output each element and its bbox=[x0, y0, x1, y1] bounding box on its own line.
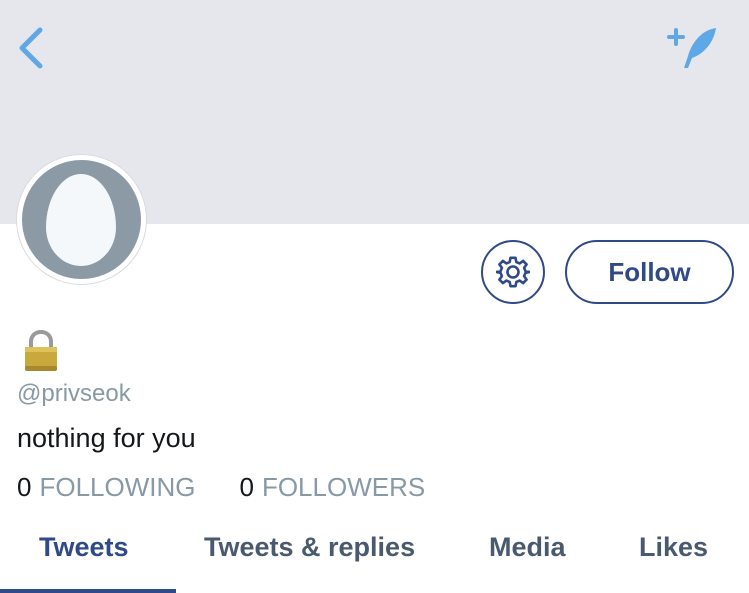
follow-button[interactable]: Follow bbox=[565, 240, 734, 304]
following-stat[interactable]: 0 FOLLOWING bbox=[17, 472, 195, 503]
tab-tweets[interactable]: Tweets bbox=[39, 532, 129, 563]
padlock-icon bbox=[22, 329, 60, 372]
profile-stats: 0 FOLLOWING 0 FOLLOWERS bbox=[17, 472, 425, 503]
profile-handle: @privseok bbox=[17, 380, 131, 407]
tab-tweets-and-replies[interactable]: Tweets & replies bbox=[204, 532, 415, 563]
profile-bio: nothing for you bbox=[17, 423, 196, 453]
egg-shape bbox=[46, 174, 116, 266]
avatar[interactable] bbox=[16, 154, 147, 285]
feather-sparkle-icon bbox=[667, 28, 716, 68]
compose-tweet-button[interactable] bbox=[664, 22, 724, 70]
back-button[interactable] bbox=[12, 26, 52, 70]
followers-stat[interactable]: 0 FOLLOWERS bbox=[239, 472, 425, 503]
followers-count: 0 bbox=[239, 472, 254, 502]
tab-media[interactable]: Media bbox=[489, 532, 566, 563]
followers-label: FOLLOWERS bbox=[261, 472, 426, 502]
following-count: 0 bbox=[17, 472, 32, 502]
active-tab-indicator bbox=[0, 589, 176, 593]
gear-icon bbox=[496, 256, 530, 288]
settings-button[interactable] bbox=[481, 240, 545, 304]
default-egg-avatar bbox=[22, 160, 141, 279]
tab-likes[interactable]: Likes bbox=[639, 532, 708, 563]
chevron-left-icon bbox=[19, 27, 43, 69]
following-label: FOLLOWING bbox=[39, 472, 196, 502]
profile-tabs: Tweets Tweets & replies Media Likes bbox=[0, 520, 749, 593]
